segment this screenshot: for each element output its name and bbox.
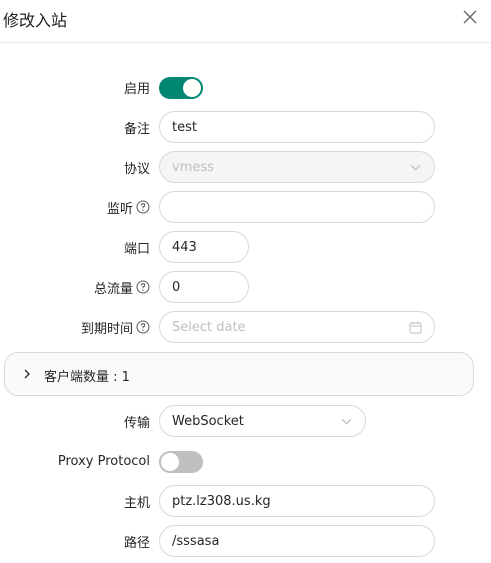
remark-input[interactable]: test — [159, 111, 435, 143]
clients-count-label: 客户端数量 : 1 — [44, 370, 130, 385]
enable-label: 启用 — [123, 81, 150, 97]
calendar-icon — [409, 321, 422, 334]
enable-switch[interactable] — [159, 77, 203, 99]
expiry-placeholder: Select date — [172, 319, 246, 335]
expiry-date-picker[interactable]: Select date — [159, 311, 435, 343]
protocol-select[interactable]: vmess — [159, 151, 435, 183]
dialog-header: 修改入站 — [0, 0, 491, 43]
question-circle-icon[interactable] — [136, 200, 150, 214]
host-input[interactable]: ptz.lz308.us.kg — [159, 485, 435, 517]
protocol-label: 协议 — [123, 161, 150, 177]
question-circle-icon[interactable] — [136, 280, 150, 294]
chevron-down-icon — [341, 418, 352, 425]
chevron-down-icon — [410, 164, 421, 171]
switch-knob — [161, 453, 179, 471]
proxy-protocol-switch[interactable] — [159, 451, 203, 473]
dialog-title: 修改入站 — [3, 11, 68, 30]
transport-select[interactable]: WebSocket — [159, 405, 366, 437]
transport-value: WebSocket — [172, 413, 244, 429]
question-circle-icon[interactable] — [136, 320, 150, 334]
total-traffic-label: 总流量 — [0, 277, 150, 297]
clients-collapse[interactable]: 客户端数量 : 1 — [4, 352, 474, 396]
total-traffic-input[interactable]: 0 — [159, 271, 249, 303]
path-input[interactable]: /sssasa — [159, 525, 435, 557]
protocol-value: vmess — [172, 159, 214, 175]
transport-label: 传输 — [123, 415, 150, 431]
listen-input[interactable] — [159, 191, 435, 223]
expiry-label: 到期时间 — [0, 317, 150, 337]
port-input[interactable]: 443 — [159, 231, 249, 263]
path-label: 路径 — [123, 535, 150, 551]
host-label: 主机 — [123, 495, 150, 511]
chevron-right-icon — [24, 369, 30, 379]
listen-label: 监听 — [0, 197, 150, 217]
port-label: 端口 — [123, 241, 150, 257]
remark-label: 备注 — [123, 121, 150, 137]
proxy-protocol-label: Proxy Protocol — [57, 453, 150, 469]
close-icon[interactable] — [460, 7, 480, 27]
switch-knob — [183, 79, 201, 97]
